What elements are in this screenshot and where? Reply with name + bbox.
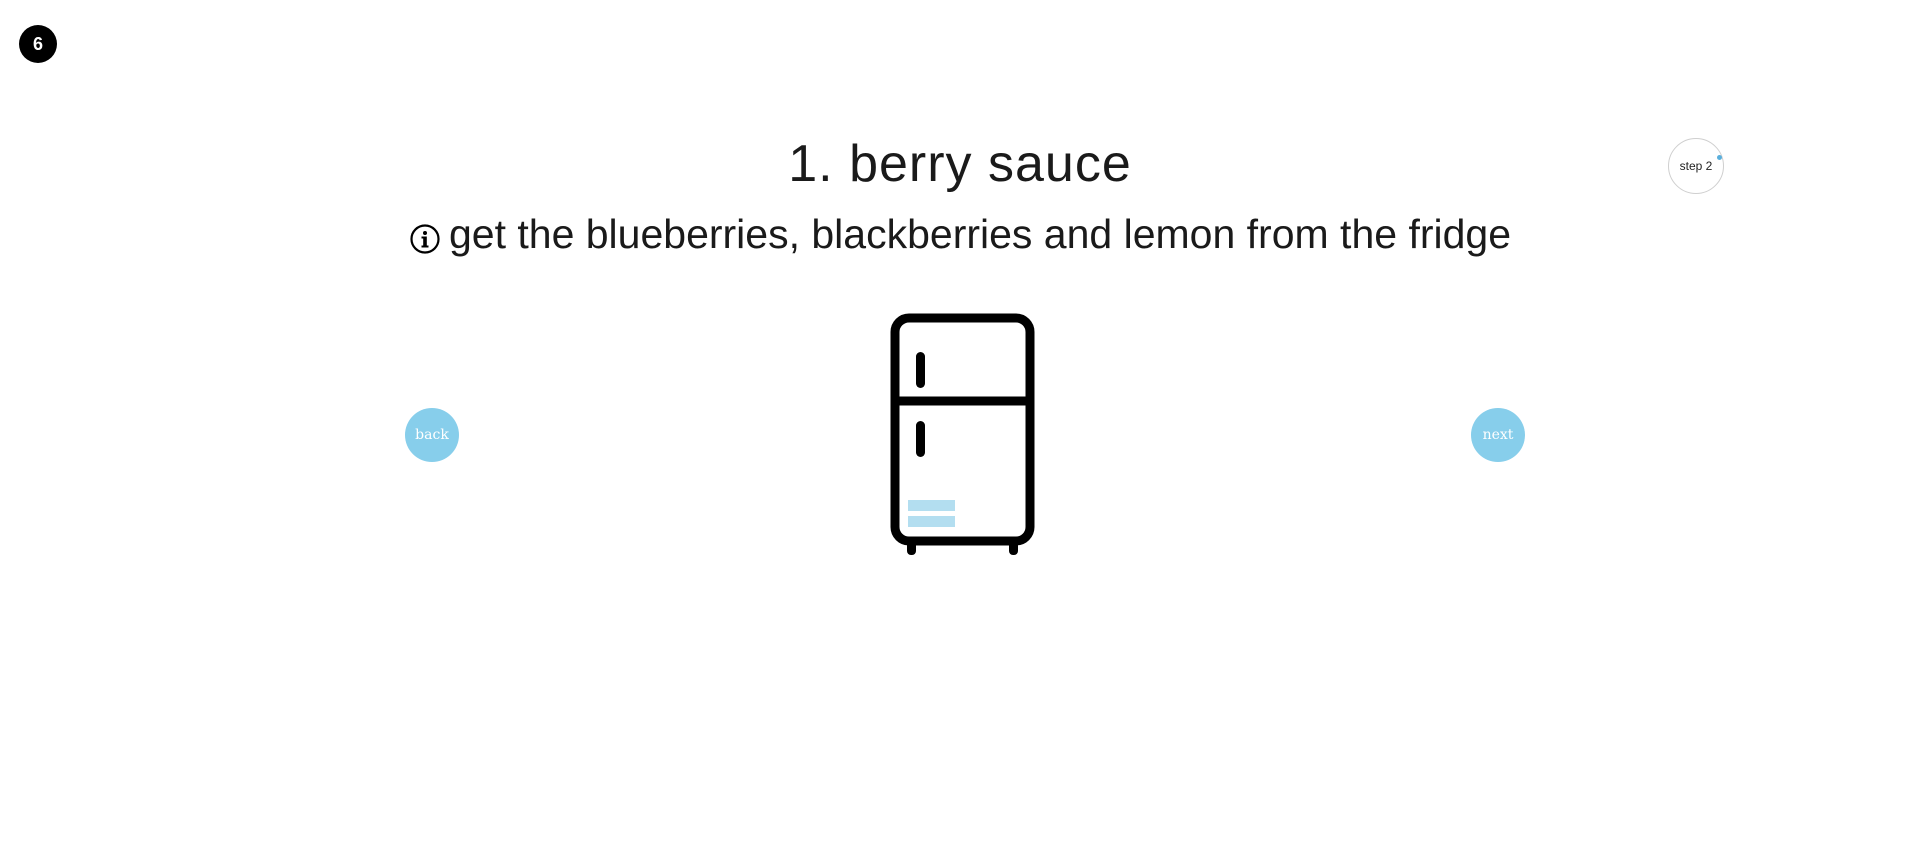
fridge-shelf-bottom <box>908 516 955 527</box>
back-button[interactable]: back <box>405 408 459 462</box>
progress-dot <box>1717 155 1722 160</box>
info-icon <box>409 223 441 255</box>
step-number-badge: 6 <box>19 25 57 63</box>
fridge-shelf-top <box>908 500 955 511</box>
instruction-row: get the blueberries, blackberries and le… <box>0 209 1920 259</box>
fridge-icon <box>890 313 1035 556</box>
next-step-indicator[interactable]: step 2 <box>1668 138 1724 194</box>
instruction-text: get the blueberries, blackberries and le… <box>448 211 1512 257</box>
next-step-label: step 2 <box>1679 159 1713 173</box>
next-button[interactable]: next <box>1471 408 1525 462</box>
recipe-step-page: 6 1. berry sauce get the blueberries, bl… <box>0 0 1920 864</box>
recipe-section-title: 1. berry sauce <box>788 135 1132 193</box>
